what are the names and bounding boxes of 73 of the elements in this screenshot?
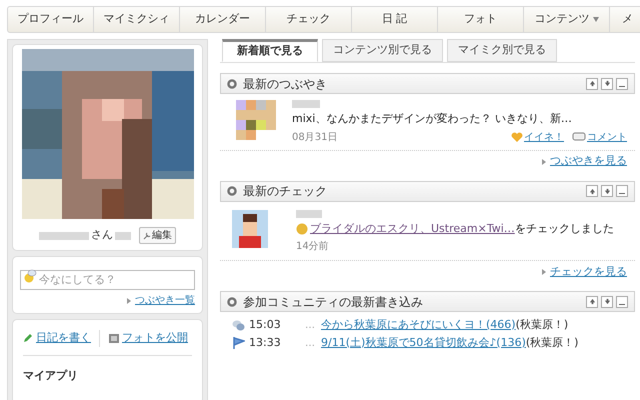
nav-item[interactable]: マイミクシィ — [94, 7, 180, 32]
circle-icon — [227, 296, 237, 306]
view-tab[interactable]: コンテンツ別で見る — [322, 39, 443, 62]
down-arrow-icon — [604, 80, 610, 87]
collapse-button[interactable] — [616, 185, 628, 197]
community-post: 9/11(土)秋葉原で50名貸切飲み会♪(136)(秋葉原！) — [321, 334, 578, 351]
post-time: 13:33 — [249, 334, 282, 351]
check-text: ブライダルのエスクリ、Ustream×Twi…をチェックしました — [310, 220, 614, 236]
check-time: 14分前 — [296, 240, 330, 254]
name-suffix: さん — [91, 227, 113, 244]
speech-bubble-icon — [572, 132, 586, 142]
my-apps-title: マイアプリ — [23, 368, 79, 384]
check-link[interactable]: ブライダルのエスクリ、Ustream×Twi… — [310, 222, 515, 234]
triangle-icon — [542, 158, 546, 164]
circle-icon — [227, 186, 237, 196]
more-link[interactable]: つぶやきを見る — [550, 153, 627, 170]
post-date: 08月31日 — [292, 130, 338, 144]
nav-item[interactable]: フォト — [438, 7, 524, 32]
circle-icon — [227, 78, 237, 88]
move-up-button[interactable] — [586, 296, 598, 308]
section-title: 参加コミュニティの最新書き込み — [243, 294, 424, 310]
move-up-button[interactable] — [586, 78, 598, 90]
topic-link[interactable]: 今から秋葉原にあそびにいくヨ！(466) — [321, 318, 516, 331]
leader-dots: … — [305, 318, 315, 332]
down-arrow-icon — [604, 298, 610, 305]
move-down-button[interactable] — [601, 185, 613, 197]
nav-item[interactable]: カレンダー — [180, 7, 266, 32]
section-title: 最新のチェック — [243, 183, 328, 200]
topic-link[interactable]: 9/11(土)秋葉原で50名貸切飲み会♪(136) — [321, 336, 526, 349]
flag-icon — [232, 337, 245, 349]
move-up-button[interactable] — [586, 185, 598, 197]
up-arrow-icon — [588, 188, 596, 194]
blurred-name — [39, 232, 89, 240]
move-down-button[interactable] — [601, 296, 613, 308]
like-link[interactable]: イイネ！ — [524, 130, 564, 144]
comment-link[interactable]: コメント — [587, 130, 627, 144]
post-time: 15:03 — [249, 316, 282, 333]
status-field[interactable]: 今なにしてる？ — [20, 270, 195, 290]
wrench-icon — [143, 232, 151, 240]
blurred-name — [115, 232, 131, 240]
leader-dots: … — [305, 336, 315, 350]
up-arrow-icon — [588, 80, 596, 87]
triangle-icon — [542, 269, 546, 275]
more-link[interactable]: チェックを見る — [550, 264, 627, 280]
community-post: 今から秋葉原にあそびにいくヨ！(466)(秋葉原！) — [321, 316, 568, 333]
view-tab[interactable]: 新着順で見る — [222, 39, 318, 62]
blurred-name — [296, 210, 322, 218]
pencil-icon — [23, 333, 33, 344]
collapse-button[interactable] — [616, 296, 628, 308]
nav-item[interactable]: メ — [610, 7, 640, 32]
move-down-button[interactable] — [601, 78, 613, 90]
avatar-icon — [232, 210, 268, 248]
edit-button[interactable]: 編集 — [139, 227, 176, 244]
view-tab[interactable]: マイミク別で見る — [447, 39, 557, 62]
nav-item[interactable]: 日 記 — [352, 7, 438, 32]
voice-list-link[interactable]: つぶやき一覧 — [135, 293, 195, 308]
smiley-icon — [23, 269, 37, 283]
photo-icon — [109, 334, 119, 343]
nav-item[interactable]: コンテンツ — [524, 7, 610, 32]
down-arrow-icon — [604, 188, 610, 194]
collapse-button[interactable] — [616, 78, 628, 90]
blurred-name — [292, 100, 320, 108]
caret-icon — [592, 17, 598, 22]
nav-item[interactable]: チェック — [266, 7, 352, 32]
nav-item[interactable]: プロフィール — [8, 7, 94, 32]
speech-bubbles-icon — [232, 320, 245, 330]
post-text: mixi、なんかまたデザインが変わった？ いきなり、新… — [292, 111, 573, 127]
triangle-icon — [127, 298, 131, 304]
action-link[interactable]: 日記を書く — [36, 330, 91, 346]
heart-icon — [511, 132, 523, 142]
section-title: 最新のつぶやき — [243, 76, 328, 92]
up-arrow-icon — [588, 298, 596, 305]
action-link[interactable]: フォトを公開 — [122, 330, 188, 346]
